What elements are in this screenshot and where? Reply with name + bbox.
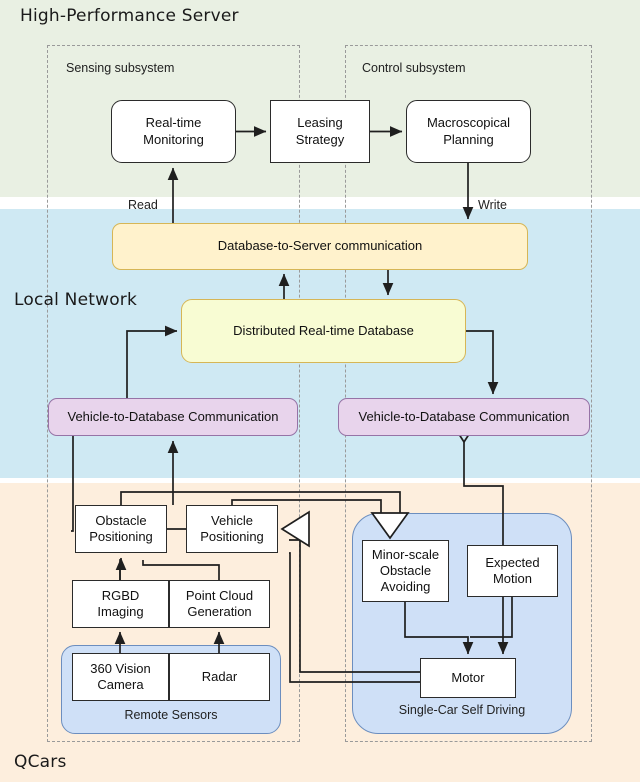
node-leasing-strategy[interactable]: Leasing Strategy <box>270 100 370 163</box>
node-label: Macroscopical Planning <box>426 115 511 147</box>
group-label-remote-sensors: Remote Sensors <box>124 708 218 722</box>
edge-label-read: Read <box>128 198 158 212</box>
node-expected-motion[interactable]: Expected Motion <box>467 545 558 597</box>
node-label: Expected Motion <box>485 554 540 586</box>
node-label: RGBD Imaging <box>97 587 144 619</box>
node-label: Real-time Monitoring <box>143 115 204 147</box>
node-rgbd-imaging[interactable]: RGBD Imaging <box>72 580 169 628</box>
node-distributed-real-time-database[interactable]: Distributed Real-time Database <box>181 299 466 363</box>
node-vehicle-positioning[interactable]: Vehicle Positioning <box>186 505 278 553</box>
node-database-to-server-communication[interactable]: Database-to-Server communication <box>112 223 528 270</box>
node-radar[interactable]: Radar <box>169 653 270 701</box>
node-label: Obstacle Positioning <box>89 512 153 544</box>
node-360-vision-camera[interactable]: 360 Vision Camera <box>72 653 169 701</box>
node-label: Minor-scale Obstacle Avoiding <box>371 546 440 595</box>
node-real-time-monitoring[interactable]: Real-time Monitoring <box>111 100 236 163</box>
node-label: Vehicle-to-Database Communication <box>358 408 570 424</box>
edge-label-write: Write <box>478 198 507 212</box>
node-point-cloud-generation[interactable]: Point Cloud Generation <box>169 580 270 628</box>
node-label: Vehicle Positioning <box>200 512 264 544</box>
node-label: Motor <box>451 669 485 685</box>
node-vehicle-to-database-communication-left[interactable]: Vehicle-to-Database Communication <box>48 398 298 436</box>
node-label: Distributed Real-time Database <box>233 322 414 338</box>
group-label-single-car-self-driving: Single-Car Self Driving <box>398 703 526 717</box>
node-label: Leasing Strategy <box>295 115 345 147</box>
node-minor-scale-obstacle-avoiding[interactable]: Minor-scale Obstacle Avoiding <box>362 540 449 602</box>
node-motor[interactable]: Motor <box>420 658 516 698</box>
node-label: Point Cloud Generation <box>185 587 254 619</box>
node-label: Radar <box>201 668 238 684</box>
node-label: 360 Vision Camera <box>90 660 151 692</box>
node-obstacle-positioning[interactable]: Obstacle Positioning <box>75 505 167 553</box>
hollow-arrowhead-vehicle-positioning <box>280 510 310 548</box>
node-vehicle-to-database-communication-right[interactable]: Vehicle-to-Database Communication <box>338 398 590 436</box>
node-label: Vehicle-to-Database Communication <box>67 408 279 424</box>
node-label: Database-to-Server communication <box>217 238 423 254</box>
diagram-canvas: High-Performance Server Local Network QC… <box>0 0 640 782</box>
hollow-arrowhead-minor-scale <box>370 512 410 540</box>
node-macroscopical-planning[interactable]: Macroscopical Planning <box>406 100 531 163</box>
